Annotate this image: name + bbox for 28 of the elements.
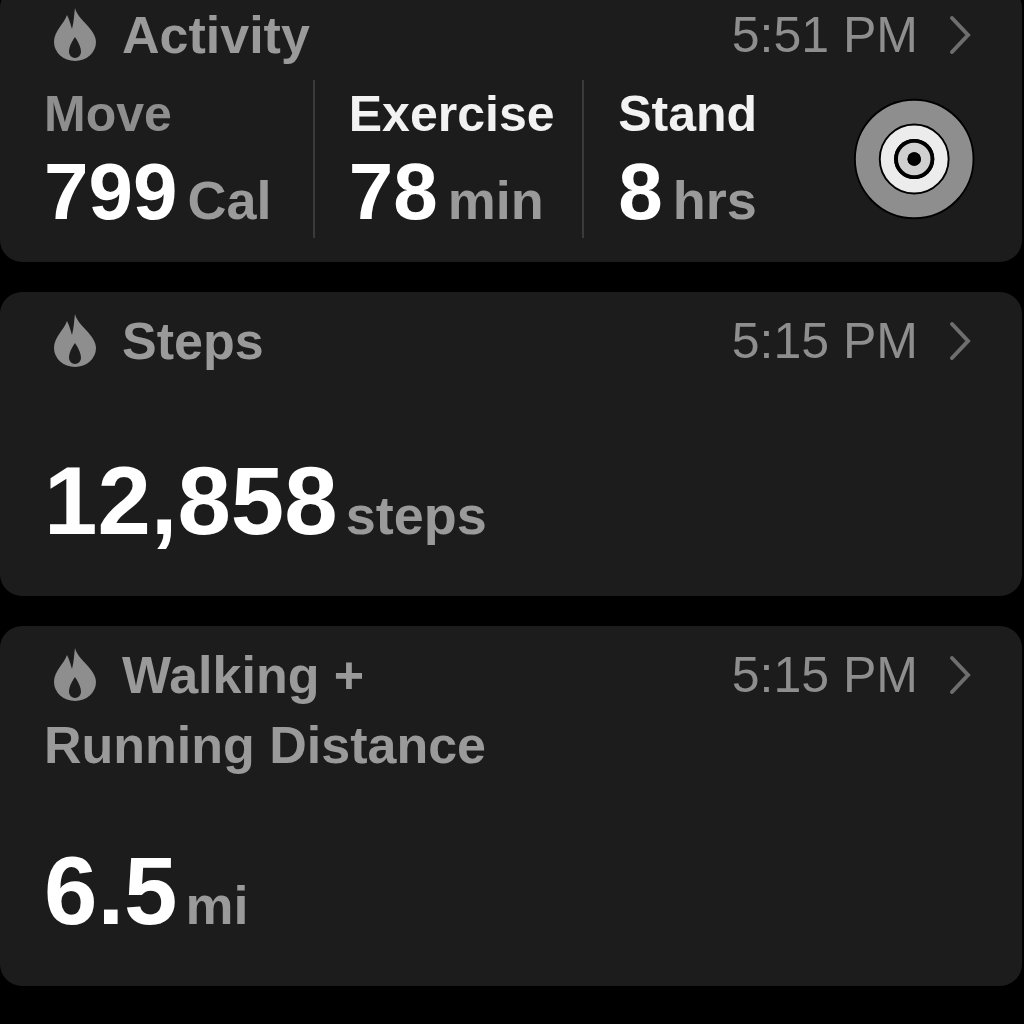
metric-unit: min [447,170,544,230]
quantity-value: 12,858 [44,447,338,554]
card-title: Activity [44,0,534,70]
summary-card[interactable]: Activity 5:51 PM Move 799 Cal Exercise 78 min Stand 8 hrs [0,0,1022,262]
metric-value: 78 [348,147,438,236]
timestamp: 5:15 PM [731,312,918,370]
timestamp: 5:51 PM [731,6,918,64]
metric-label: Move [44,85,173,144]
summary-card[interactable]: Walking + Running Distance 5:15 PM 6.5 mi [0,626,1022,986]
flame-icon [52,647,98,701]
quantity-unit: steps [345,485,487,545]
metric-value: 8 [618,147,663,236]
flame-icon [52,313,98,367]
card-title: Steps [44,306,534,376]
chevron-icon [948,321,972,361]
quantity-value: 6.5 [44,837,178,944]
timestamp: 5:15 PM [731,646,918,704]
metric-unit: hrs [672,170,757,230]
metric-unit: Cal [187,170,272,230]
chevron-icon [948,15,972,55]
quantity-unit: mi [185,875,249,935]
metric-label: Exercise [348,85,556,144]
summary-card[interactable]: Steps 5:15 PM 12,858 steps [0,292,1022,596]
metric-value: 799 [44,147,178,236]
metric-label: Stand [618,85,759,144]
card-title: Walking + Running Distance [44,645,488,776]
chevron-icon [948,655,972,695]
flame-icon [52,7,98,61]
